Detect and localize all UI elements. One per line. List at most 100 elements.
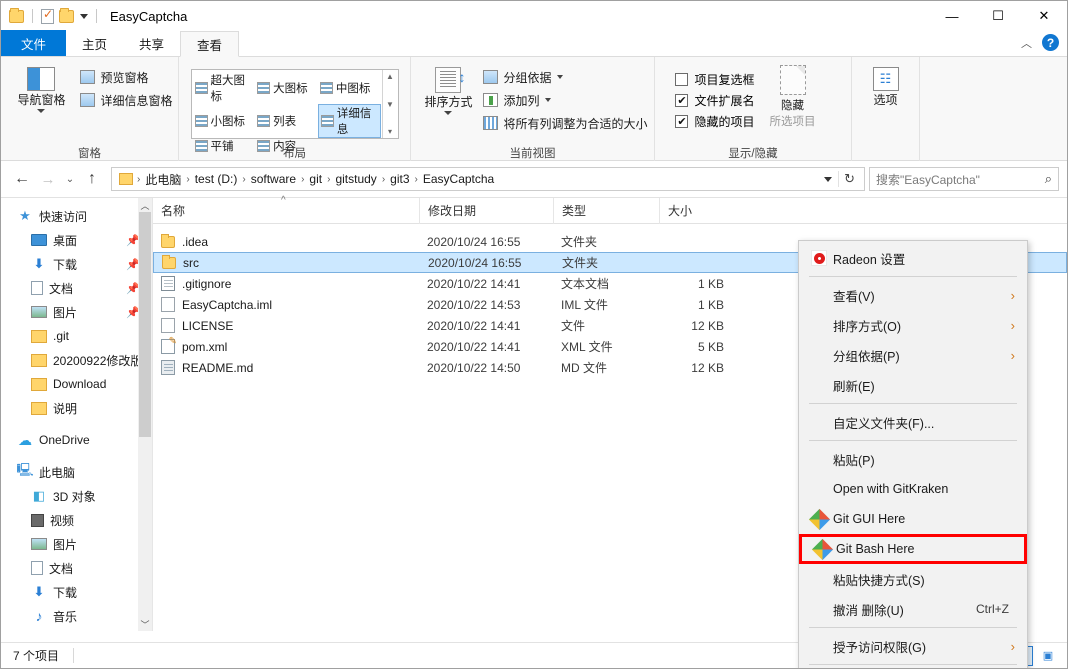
menu-item-open-with-gitkraken[interactable]: Open with GitKraken <box>799 474 1027 504</box>
up-button[interactable]: ↑ <box>79 166 105 192</box>
minimize-button[interactable]: — <box>929 1 975 31</box>
column-header-date[interactable]: 修改日期 <box>419 197 553 224</box>
menu-item-group-by[interactable]: 分组依据(P) › <box>799 340 1027 370</box>
sidebar-item-quick-access[interactable]: ★ 快速访问 <box>1 204 152 228</box>
breadcrumb-item-this-pc[interactable]: 此电脑 <box>141 171 185 188</box>
menu-item-refresh[interactable]: 刷新(E) <box>799 370 1027 400</box>
view-option-large[interactable]: 大图标 <box>255 72 318 104</box>
breadcrumb-item-software[interactable]: software <box>247 172 300 186</box>
file-name-cell: pom.xml <box>153 336 419 354</box>
sort-by-button[interactable]: 排序方式 <box>417 63 479 116</box>
menu-item-paste[interactable]: 粘贴(P) <box>799 444 1027 474</box>
breadcrumb-item-git[interactable]: git <box>305 172 326 186</box>
search-icon[interactable]: ⌕ <box>1045 171 1052 187</box>
sidebar-item-music[interactable]: ♪ 音乐 <box>1 604 152 628</box>
details-pane-button[interactable]: 详细信息窗格 <box>80 90 173 110</box>
gallery-expand-icon[interactable]: ▾ <box>388 127 392 136</box>
sidebar-item-videos[interactable]: 视频 <box>1 508 152 532</box>
tab-view[interactable]: 查看 <box>180 31 240 57</box>
forward-button[interactable]: → <box>35 166 61 192</box>
column-header-type[interactable]: 类型 <box>553 197 659 224</box>
properties-icon[interactable] <box>41 7 54 24</box>
view-option-details[interactable]: 详细信息 <box>317 104 381 138</box>
hidden-items-option[interactable]: ✔ 隐藏的项目 <box>675 113 755 130</box>
view-gallery-scrollbar[interactable]: ▲ ▼ ▾ <box>381 70 398 138</box>
sidebar-item-shuoming[interactable]: 说明 <box>1 396 152 420</box>
view-option-tiles[interactable]: 平铺 <box>193 138 256 154</box>
sidebar-item-pictures-2[interactable]: 图片 <box>1 532 152 556</box>
menu-item-radeon-settings[interactable]: Radeon 设置 <box>799 243 1027 273</box>
close-button[interactable]: ✕ <box>1021 1 1067 31</box>
view-option-small[interactable]: 小图标 <box>193 104 256 138</box>
sidebar-item-git[interactable]: .git <box>1 324 152 348</box>
column-header-name[interactable]: 名称 ^ <box>153 195 419 224</box>
tab-home[interactable]: 主页 <box>66 30 123 56</box>
sidebar-item-documents-2[interactable]: 文档 <box>1 556 152 580</box>
sidebar-item-download-folder[interactable]: Download <box>1 372 152 396</box>
menu-item-customize-folder[interactable]: 自定义文件夹(F)... <box>799 407 1027 437</box>
scroll-down-icon[interactable]: ▼ <box>386 100 394 109</box>
item-checkboxes-option[interactable]: 项目复选框 <box>675 71 755 88</box>
menu-item-undo-delete[interactable]: 撤消 删除(U) Ctrl+Z <box>799 594 1027 624</box>
view-gallery[interactable]: 超大图标 大图标 中图标 小图标 列表 详细信息 平铺 内容 ▲ ▼ ▾ <box>190 69 399 153</box>
sidebar-item-this-pc[interactable]: 🖳 此电脑 <box>1 460 152 484</box>
menu-item-paste-shortcut[interactable]: 粘贴快捷方式(S) <box>799 564 1027 594</box>
recent-locations-button[interactable]: ⌄ <box>61 166 79 192</box>
large-icons-view-button[interactable]: ▣ <box>1037 646 1059 666</box>
view-option-medium[interactable]: 中图标 <box>318 72 381 104</box>
view-option-extra-large[interactable]: 超大图标 <box>193 72 256 104</box>
back-button[interactable]: ← <box>9 166 35 192</box>
menu-item-view[interactable]: 查看(V) › <box>799 280 1027 310</box>
chevron-down-icon[interactable] <box>544 98 551 102</box>
options-button[interactable]: ☷ 选项 <box>857 63 915 107</box>
chevron-down-icon[interactable] <box>444 111 453 116</box>
view-option-list[interactable]: 列表 <box>255 104 318 138</box>
chevron-up-icon[interactable]: ︿ <box>1021 35 1032 51</box>
sidebar-item-desktop[interactable]: 桌面 📌 <box>1 228 152 252</box>
help-icon[interactable]: ? <box>1042 34 1059 51</box>
scroll-up-icon[interactable]: ︿ <box>140 198 149 212</box>
search-input[interactable]: 搜索"EasyCaptcha" ⌕ <box>869 167 1059 191</box>
new-folder-icon[interactable] <box>59 7 74 23</box>
sidebar-item-pictures[interactable]: 图片 📌 <box>1 300 152 324</box>
checkbox-checked-icon[interactable]: ✔ <box>675 94 689 107</box>
navigation-pane-scrollbar[interactable]: ︿ ﹀ <box>138 198 152 631</box>
sidebar-item-downloads[interactable]: ⬇ 下载 📌 <box>1 252 152 276</box>
breadcrumb-item-easycaptcha[interactable]: EasyCaptcha <box>419 172 498 186</box>
sidebar-item-documents[interactable]: 文档 📌 <box>1 276 152 300</box>
menu-item-grant-access[interactable]: 授予访问权限(G) › <box>799 631 1027 661</box>
maximize-button[interactable]: ☐ <box>975 1 1021 31</box>
breadcrumb-item-gitstudy[interactable]: gitstudy <box>331 172 380 186</box>
scrollbar-thumb[interactable] <box>139 212 151 437</box>
menu-item-sort-by[interactable]: 排序方式(O) › <box>799 310 1027 340</box>
checkbox-checked-icon[interactable]: ✔ <box>675 115 689 128</box>
file-extensions-option[interactable]: ✔ 文件扩展名 <box>675 92 755 109</box>
sidebar-item-onedrive[interactable]: ☁ OneDrive <box>1 428 152 452</box>
nav-pane-button[interactable]: 导航窗格 <box>6 63 76 114</box>
scroll-up-icon[interactable]: ▲ <box>386 72 394 81</box>
chevron-down-icon[interactable] <box>80 13 88 19</box>
scroll-down-icon[interactable]: ﹀ <box>140 617 149 631</box>
tab-file[interactable]: 文件 <box>1 30 67 56</box>
add-column-button[interactable]: 添加列 <box>483 90 647 110</box>
chevron-down-icon[interactable] <box>37 109 46 114</box>
sidebar-item-3d-objects[interactable]: ◧ 3D 对象 <box>1 484 152 508</box>
menu-item-git-gui-here[interactable]: Git GUI Here <box>799 504 1027 534</box>
preview-pane-button[interactable]: 预览窗格 <box>80 67 172 87</box>
menu-item-git-bash-here[interactable]: Git Bash Here <box>799 534 1027 564</box>
chevron-down-icon[interactable] <box>556 75 563 79</box>
tab-share[interactable]: 共享 <box>123 30 180 56</box>
chevron-down-icon[interactable] <box>824 176 833 182</box>
sidebar-item-downloads-2[interactable]: ⬇ 下载 <box>1 580 152 604</box>
size-all-columns-button[interactable]: 将所有列调整为合适的大小 <box>483 113 648 133</box>
folder-icon[interactable] <box>9 7 24 23</box>
checkbox-unchecked-icon[interactable] <box>675 73 689 86</box>
column-header-size[interactable]: 大小 <box>659 197 734 224</box>
breadcrumb-item-git3[interactable]: git3 <box>386 172 413 186</box>
hide-selected-items-button[interactable]: 隐藏 所选项目 <box>755 63 831 129</box>
group-by-button[interactable]: 分组依据 <box>483 67 647 87</box>
breadcrumb[interactable]: › 此电脑 › test (D:) › software › git › git… <box>111 167 865 191</box>
refresh-button[interactable]: ↻ <box>838 171 860 187</box>
breadcrumb-item-test-d[interactable]: test (D:) <box>191 172 242 186</box>
sidebar-item-20200922[interactable]: 20200922修改版- <box>1 348 152 372</box>
